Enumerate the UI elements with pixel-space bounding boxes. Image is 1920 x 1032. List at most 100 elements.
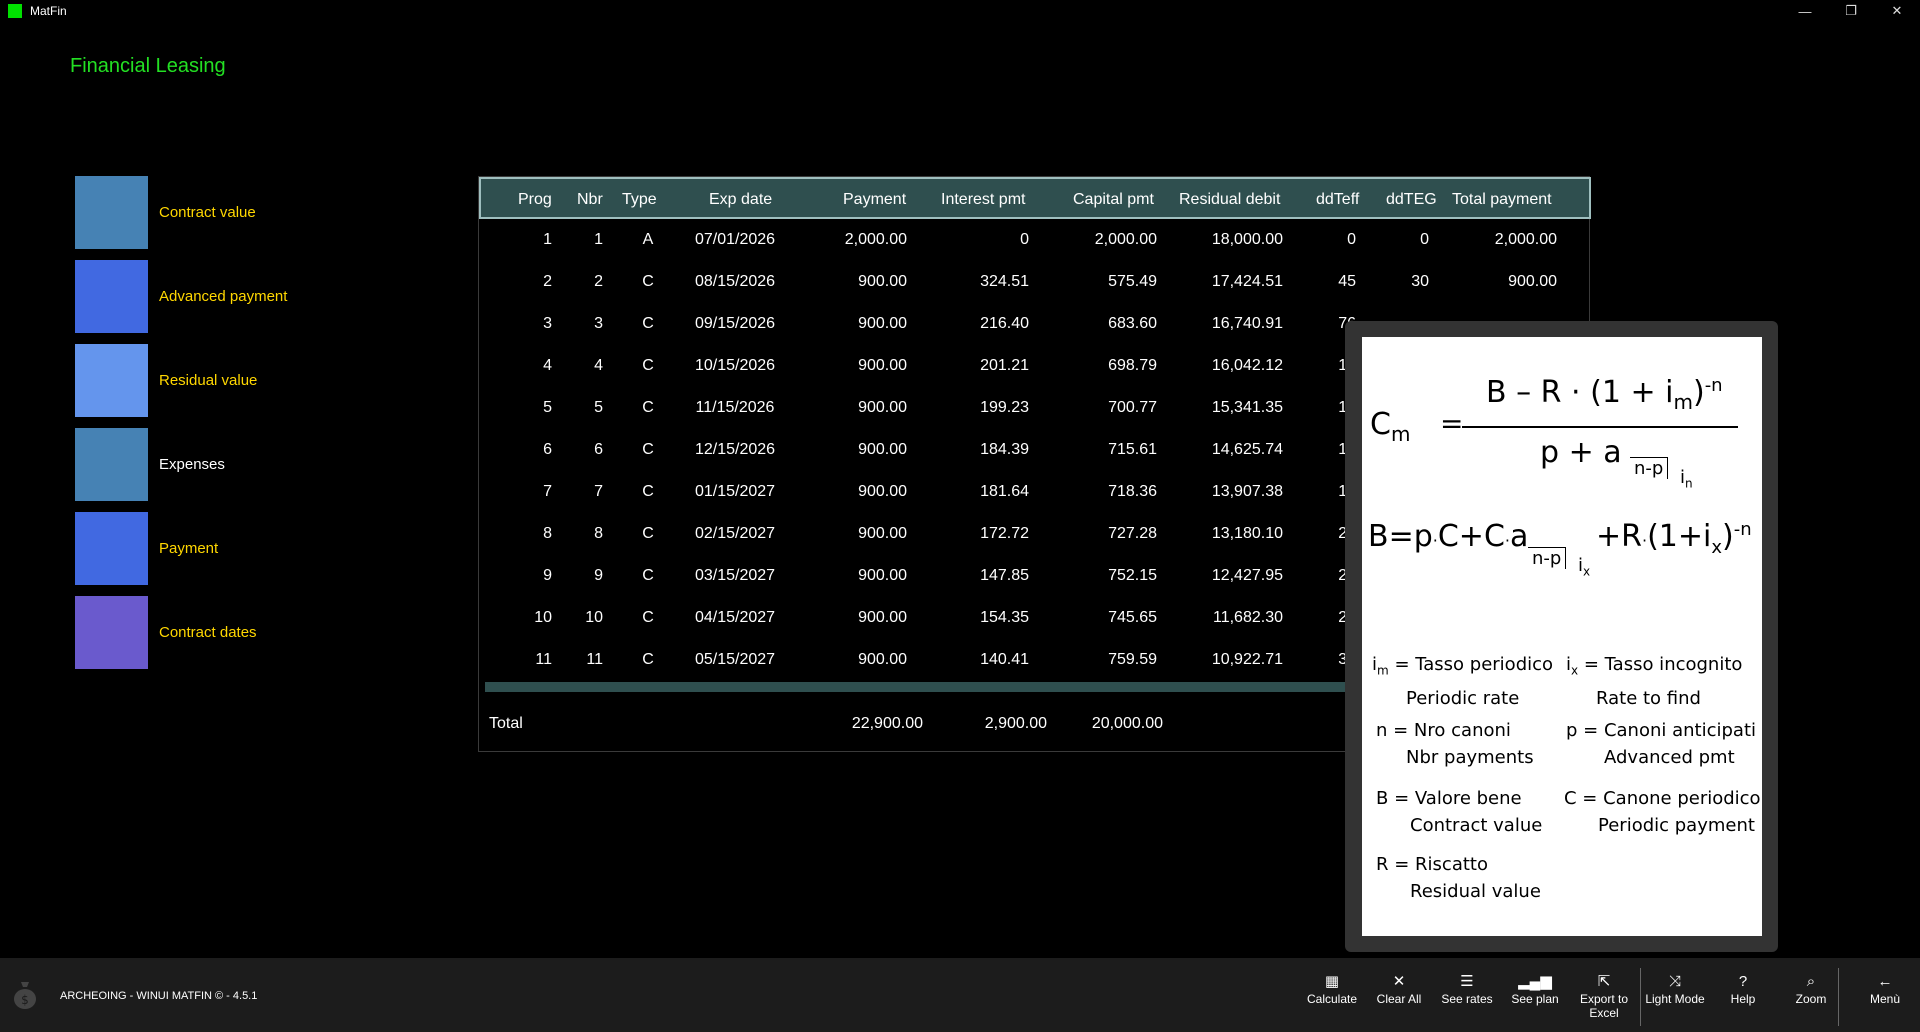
table-cell: 2 <box>543 273 552 290</box>
see-rates-button[interactable]: ☰ See rates <box>1434 972 1500 1006</box>
table-cell: 900.00 <box>858 441 907 458</box>
command-label: Menù <box>1869 992 1901 1006</box>
clear-all-button[interactable]: ✕ Clear All <box>1366 972 1432 1006</box>
total-payment: 22,900.00 <box>851 715 923 732</box>
table-cell: 16,042.12 <box>1211 357 1283 374</box>
column-header-prog[interactable]: Prog <box>518 191 552 209</box>
table-cell: C <box>642 315 654 332</box>
tile-label[interactable]: Payment <box>159 540 218 557</box>
table-header: Prog Nbr Type Exp date Payment Interest pmt Ca… <box>479 177 1591 219</box>
light-mode-button[interactable]: ⤨ Light Mode <box>1642 972 1708 1006</box>
table-cell: 147.85 <box>980 567 1029 584</box>
table-cell: 18,000.00 <box>1211 231 1283 248</box>
table-cell: C <box>642 357 654 374</box>
legend-p: p = Canoni anticipati Advanced pmt <box>1566 720 1757 768</box>
total-label: Total <box>489 715 523 732</box>
table-cell: 201.21 <box>980 357 1029 374</box>
table-cell: C <box>642 399 654 416</box>
tile-contract-value[interactable] <box>75 176 148 249</box>
tile-payment[interactable] <box>75 512 148 585</box>
table-cell: C <box>642 441 654 458</box>
table-cell: 05/15/2027 <box>694 651 776 668</box>
calculate-button[interactable]: ▦ Calculate <box>1299 972 1365 1006</box>
table-cell: C <box>642 483 654 500</box>
legend-c: C = Canone periodico Periodic payment <box>1564 788 1761 836</box>
table-cell: 3 <box>594 315 603 332</box>
table-cell: 184.39 <box>980 441 1029 458</box>
table-cell: 0 <box>1347 231 1356 248</box>
table-cell: 900.00 <box>858 567 907 584</box>
tile-expenses[interactable] <box>75 428 148 501</box>
total-interest: 2,900.00 <box>984 715 1047 732</box>
column-header-capital-pmt[interactable]: Capital pmt <box>1073 191 1154 209</box>
table-cell: 900.00 <box>858 483 907 500</box>
minimize-button[interactable]: — <box>1782 0 1828 22</box>
table-cell: 15,341.35 <box>1211 399 1283 416</box>
page-title: Financial Leasing <box>70 55 226 77</box>
table-cell: 11 <box>535 651 552 668</box>
command-bar: $ ARCHEOING - WINUI MATFIN © - 4.5.1 ▦ Ca… <box>0 958 1920 1032</box>
column-header-ddteff[interactable]: ddTeff <box>1316 191 1359 209</box>
tile-label[interactable]: Advanced payment <box>159 288 287 305</box>
tile-label[interactable]: Residual value <box>159 372 257 389</box>
column-header-interest-pmt[interactable]: Interest pmt <box>941 191 1025 209</box>
command-label: Help <box>1730 992 1756 1006</box>
table-cell: 683.60 <box>1108 315 1157 332</box>
table-cell: 900.00 <box>858 315 907 332</box>
maximize-button[interactable]: ❐ <box>1828 0 1874 22</box>
table-cell: 900.00 <box>858 357 907 374</box>
column-header-residual-debit[interactable]: Residual debit <box>1179 191 1280 209</box>
command-label: See plan <box>1511 992 1559 1006</box>
table-cell: 8 <box>543 525 552 542</box>
zoom-button[interactable]: ⌕ Zoom <box>1778 972 1844 1006</box>
column-header-ddteg[interactable]: ddTEG <box>1386 191 1437 209</box>
close-button[interactable]: ✕ <box>1874 0 1920 22</box>
see-plan-button[interactable]: ▂▄▆ See plan <box>1502 972 1568 1006</box>
menù-button[interactable]: ← Menù <box>1852 972 1918 1006</box>
command-label: Export to Excel <box>1579 992 1629 1020</box>
table-cell: C <box>642 567 654 584</box>
table-row[interactable]: 2 2 C 08/15/2026 900.00 324.51 575.49 17,424.51… <box>479 261 1591 303</box>
table-cell: 3 <box>543 315 552 332</box>
command-label: Zoom <box>1795 992 1827 1006</box>
back-arrow-icon: ← <box>1877 973 1893 990</box>
column-header-total-payment[interactable]: Total payment <box>1452 191 1552 209</box>
tile-residual-value[interactable] <box>75 344 148 417</box>
table-cell: 10 <box>534 609 552 626</box>
legend-n: n = Nro canoni Nbr payments <box>1376 720 1534 768</box>
table-cell: 10,922.71 <box>1211 651 1283 668</box>
column-header-type[interactable]: Type <box>622 191 657 209</box>
help-button[interactable]: ? Help <box>1710 972 1776 1006</box>
table-cell: 140.41 <box>980 651 1029 668</box>
table-cell: 30 <box>1411 273 1429 290</box>
tile-advanced-payment[interactable] <box>75 260 148 333</box>
clear-icon: ✕ <box>1392 973 1406 990</box>
column-header-nbr[interactable]: Nbr <box>577 191 603 209</box>
export-icon: ⇱ <box>1597 973 1611 990</box>
shuffle-icon: ⤨ <box>1668 973 1681 990</box>
table-row[interactable]: 1 1 A 07/01/2026 2,000.00 0 2,000.00 18,000.00 0… <box>479 219 1591 261</box>
formula-den-sub2: in <box>1680 467 1693 491</box>
table-cell: 199.23 <box>980 399 1029 416</box>
table-cell: 752.15 <box>1108 567 1157 584</box>
command-label: See rates <box>1441 992 1493 1006</box>
money-bag-icon: $ <box>14 982 36 1009</box>
formula-b-line: B=p·C+C·a <box>1368 519 1529 554</box>
table-cell: 6 <box>594 441 603 458</box>
tile-label[interactable]: Contract value <box>159 204 256 221</box>
window-controls: — ❐ ✕ <box>1782 0 1920 22</box>
column-header-exp-date[interactable]: Exp date <box>709 191 772 209</box>
table-cell: 02/15/2027 <box>694 525 776 542</box>
table-cell: 6 <box>543 441 552 458</box>
tile-label[interactable]: Contract dates <box>159 624 257 641</box>
tile-label[interactable]: Expenses <box>159 456 225 473</box>
table-cell: 2,000.00 <box>844 231 907 248</box>
table-cell: 12,427.95 <box>1211 567 1283 584</box>
tile-contract-dates[interactable] <box>75 596 148 669</box>
table-cell: A <box>642 231 654 248</box>
export-to-excel-button[interactable]: ⇱ Export to Excel <box>1571 972 1637 1020</box>
formula-cm: Cm <box>1370 407 1411 446</box>
table-cell: 4 <box>594 357 603 374</box>
table-cell: 13,907.38 <box>1211 483 1283 500</box>
column-header-payment[interactable]: Payment <box>843 191 906 209</box>
